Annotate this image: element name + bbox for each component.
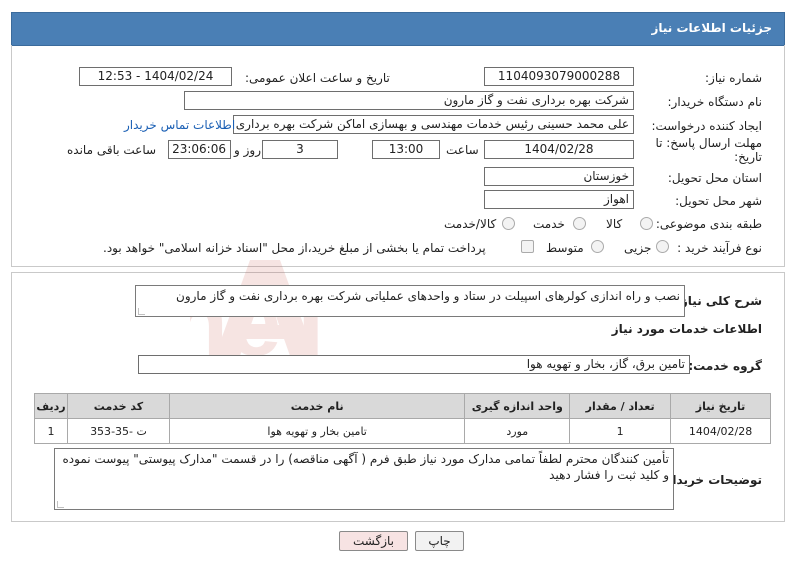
buyer-org-field: شرکت بهره برداری نفت و گاز مارون	[184, 91, 634, 110]
category-radio-goods[interactable]	[640, 217, 653, 230]
col-row: ردیف	[33, 393, 69, 419]
announce-label: تاریخ و ساعت اعلان عمومی:	[245, 71, 390, 85]
need-number-field: 1104093079000288	[484, 67, 634, 86]
buyer-notes-label: توضیحات خریدار:	[660, 473, 762, 487]
buyer-notes-textarea[interactable]: تأمین کنندگان محترم لطفاً تمامی مدارک مو…	[54, 448, 674, 510]
col-service-code: کد خدمت	[67, 393, 170, 419]
process-label: نوع فرآیند خرید :	[677, 241, 762, 255]
panel-title: جزئیات اطلاعات نیاز	[651, 21, 772, 35]
remaining-time-field: 23:06:06	[168, 140, 231, 159]
category-radio-goods-service[interactable]	[502, 217, 515, 230]
province-field: خوزستان	[484, 167, 634, 186]
creator-field: علی محمد حسینی رئیس خدمات مهندسی و بهساز…	[233, 115, 634, 134]
service-group-label: گروه خدمت:	[688, 359, 762, 373]
cell-service-name: تامین بخار و تهویه هوا	[168, 418, 466, 444]
deadline-date-field: 1404/02/28	[484, 140, 634, 159]
col-service-name: نام خدمت	[168, 393, 466, 419]
time-label: ساعت	[446, 143, 479, 157]
remaining-label: ساعت باقی مانده	[67, 143, 157, 157]
payment-note: پرداخت تمام یا بخشی از مبلغ خرید،از محل …	[103, 241, 486, 255]
table-row: 1404/02/28 1 مورد تامین بخار و تهویه هوا…	[33, 418, 771, 444]
description-label: شرح کلی نیاز:	[676, 294, 762, 308]
announce-field: 1404/02/24 - 12:53	[79, 67, 232, 86]
city-field: اهواز	[484, 190, 634, 209]
category-option-goods: کالا	[606, 217, 623, 231]
description-text: نصب و راه اندازی کولرهای اسپیلت در ستاد …	[176, 289, 680, 303]
deadline-time-field: 13:00	[372, 140, 440, 159]
city-label: شهر محل تحویل:	[675, 194, 762, 208]
col-quantity: تعداد / مقدار	[569, 393, 672, 419]
deadline-label: مهلت ارسال پاسخ: تا تاریخ:	[655, 136, 762, 164]
panel-header: جزئیات اطلاعات نیاز	[11, 12, 785, 46]
resize-grip-icon[interactable]	[138, 308, 145, 315]
back-button[interactable]: بازگشت	[339, 531, 408, 551]
contact-buyer-link[interactable]: اطلاعات تماس خریدار	[124, 118, 235, 132]
process-radio-medium[interactable]	[591, 240, 604, 253]
description-textarea[interactable]: نصب و راه اندازی کولرهای اسپیلت در ستاد …	[135, 285, 685, 317]
days-label: روز و	[234, 143, 261, 157]
resize-grip-icon[interactable]	[57, 501, 64, 508]
days-field: 3	[262, 140, 338, 159]
cell-need-date: 1404/02/28	[670, 418, 771, 444]
services-section-title: اطلاعات خدمات مورد نیاز	[611, 322, 762, 336]
col-unit: واحد اندازه گیری	[464, 393, 571, 419]
cell-unit: مورد	[464, 418, 571, 444]
print-button[interactable]: چاپ	[415, 531, 464, 551]
category-option-service: خدمت	[533, 217, 565, 231]
category-radio-service[interactable]	[573, 217, 586, 230]
cell-quantity: 1	[569, 418, 672, 444]
buyer-org-label: نام دستگاه خریدار:	[667, 95, 763, 109]
payment-checkbox[interactable]	[521, 240, 534, 253]
category-option-goods-service: کالا/خدمت	[444, 217, 497, 231]
buyer-notes-text: تأمین کنندگان محترم لطفاً تمامی مدارک مو…	[62, 452, 670, 482]
creator-label: ایجاد کننده درخواست:	[651, 119, 762, 133]
table-header-row: تاریخ نیاز تعداد / مقدار واحد اندازه گیر…	[33, 393, 771, 419]
category-label: طبقه بندی موضوعی:	[655, 217, 762, 231]
cell-service-code: ت -35-353	[67, 418, 170, 444]
col-need-date: تاریخ نیاز	[670, 393, 771, 419]
process-option-medium: متوسط	[546, 241, 584, 255]
process-option-minor: جزیی	[624, 241, 652, 255]
services-table: تاریخ نیاز تعداد / مقدار واحد اندازه گیر…	[33, 393, 771, 444]
process-radio-minor[interactable]	[656, 240, 669, 253]
province-label: استان محل تحویل:	[667, 171, 762, 185]
need-number-label: شماره نیاز:	[705, 71, 762, 85]
cell-row: 1	[33, 418, 69, 444]
service-group-field: تامین برق، گاز، بخار و تهویه هوا	[138, 355, 690, 374]
